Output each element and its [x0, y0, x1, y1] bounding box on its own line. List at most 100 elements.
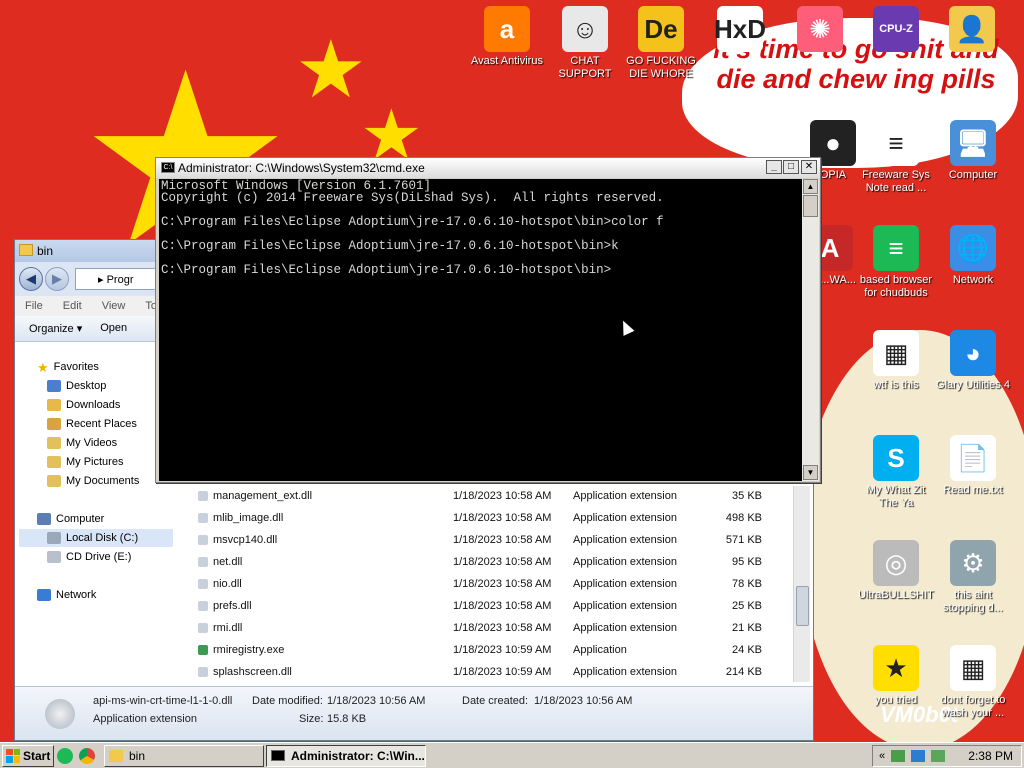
nav-downloads[interactable]: Downloads [47, 396, 120, 414]
this-aint-icon: ⚙ [950, 540, 996, 586]
file-row[interactable]: rmiregistry.exe 1/18/2023 10:59 AM Applica… [176, 639, 796, 661]
file-type: Application extension [573, 666, 677, 678]
dll-file-icon [198, 579, 208, 589]
file-row[interactable]: msvcp140.dll 1/18/2023 10:58 AM Applicatio… [176, 529, 796, 551]
dll-file-icon [198, 513, 208, 523]
desktop-icon-ultra[interactable]: ◎ UltraBULLSHIT [856, 540, 936, 602]
cmd-small-icon [271, 750, 285, 761]
file-row[interactable]: net.dll 1/18/2023 10:58 AM Application ext… [176, 551, 796, 573]
file-row[interactable]: splashscreen.dll 1/18/2023 10:59 AM Applic… [176, 661, 796, 683]
desktop-icon-user-folder[interactable]: 👤 [932, 6, 1012, 55]
cmd-scrollbar-thumb[interactable] [803, 195, 818, 217]
desktop-icon-network[interactable]: 🌐 Network [933, 225, 1013, 287]
desktop-icon-avast[interactable]: a Avast Antivirus [467, 6, 547, 68]
maximize-button[interactable]: □ [783, 160, 799, 174]
nav-my-videos[interactable]: My Videos [47, 434, 117, 452]
desktop-icon-you-tried[interactable]: ★ you tried [856, 645, 936, 707]
desktop-icon-die[interactable]: De GO FUCKING DIE WHORE [621, 6, 701, 81]
details-created: 1/18/2023 10:56 AM [534, 695, 633, 707]
file-type: Application extension [573, 622, 677, 634]
menu-file[interactable]: File [25, 300, 43, 316]
file-row[interactable]: management_ext.dll 1/18/2023 10:58 AM Appl… [176, 485, 796, 507]
ultra-icon: ◎ [873, 540, 919, 586]
desktop-icon-glary[interactable]: ◕ Glary Utilities 4 [933, 330, 1013, 392]
dll-file-icon [198, 535, 208, 545]
file-size: 214 KB [725, 666, 762, 678]
tray-expand-icon[interactable]: « [879, 750, 885, 762]
nav-recent-places[interactable]: Recent Places [47, 415, 137, 433]
nav-my-documents[interactable]: My Documents [47, 472, 139, 490]
user-folder-icon: 👤 [949, 6, 995, 52]
desktop-icon-dont-forget[interactable]: ▦ dont forget to wash your ... [933, 645, 1013, 720]
wtf-icon: ▦ [873, 330, 919, 376]
nav-computer[interactable]: Computer [37, 510, 104, 528]
file-date: 1/18/2023 10:58 AM [453, 556, 552, 568]
file-size: 35 KB [732, 490, 762, 502]
menu-edit[interactable]: Edit [63, 300, 82, 316]
desktop-icon-label: UltraBULLSHIT [858, 589, 934, 601]
task-button-bin[interactable]: bin [104, 744, 264, 767]
back-button[interactable]: ◀ [19, 267, 43, 291]
desktop-icon-read-me[interactable]: 📄 Read me.txt [933, 435, 1013, 497]
open-button[interactable]: Open [100, 322, 127, 341]
desktop-icon-wtf[interactable]: ▦ wtf is this [856, 330, 936, 392]
desktop-icon-label: Computer [948, 169, 998, 181]
file-size: 78 KB [732, 578, 762, 590]
cmd-console-output[interactable]: Microsoft Windows [Version 6.1.7601] Copy… [159, 179, 802, 481]
file-row[interactable]: nio.dll 1/18/2023 10:58 AM Application ext… [176, 573, 796, 595]
clock[interactable]: 2:38 PM [968, 749, 1021, 763]
start-button[interactable]: Start [2, 744, 54, 767]
nav-cd-drive[interactable]: CD Drive (E:) [47, 548, 131, 566]
chrome-icon [79, 747, 95, 764]
volume-tray-icon[interactable] [911, 750, 926, 762]
desktop-icon-label: Glary Utilities 4 [936, 379, 1010, 391]
flag-tray-icon[interactable] [931, 750, 946, 762]
task-button-cmd[interactable]: Administrator: C:\Win... [266, 744, 426, 767]
desktop-icon-pinwheel[interactable]: ✺ [780, 6, 860, 55]
desktop-icon-hxd[interactable]: HxD [700, 6, 780, 55]
file-date: 1/18/2023 10:59 AM [453, 666, 552, 678]
quicklaunch-spotify[interactable] [54, 745, 76, 767]
cmd-scrollbar[interactable]: ▲ ▼ [802, 179, 819, 481]
task-label-bin: bin [129, 748, 146, 763]
back-arrow-icon: ◀ [26, 271, 36, 286]
scroll-down-icon[interactable]: ▼ [803, 465, 818, 480]
dll-file-icon [198, 491, 208, 501]
nav-downloads-label: Downloads [66, 399, 121, 411]
file-row[interactable]: rmi.dll 1/18/2023 10:58 AM Application ext… [176, 617, 796, 639]
quicklaunch-chrome[interactable] [76, 745, 98, 767]
minimize-button[interactable]: _ [766, 160, 782, 174]
desktop-icon-skype[interactable]: S My What Zit The Ya [856, 435, 936, 510]
explorer-title: bin [37, 244, 54, 258]
details-size-label: Size: [299, 713, 324, 725]
file-size: 571 KB [725, 534, 762, 546]
menu-view[interactable]: View [102, 300, 126, 316]
cmd-window[interactable]: C:\ Administrator: C:\Windows\System32\c… [155, 157, 821, 483]
file-date: 1/18/2023 10:58 AM [453, 490, 552, 502]
scrollbar-thumb[interactable] [796, 586, 809, 626]
desktop-icon-this-aint[interactable]: ⚙ this aint stopping d... [933, 540, 1013, 615]
nav-network[interactable]: Network [37, 586, 96, 604]
cpuz-icon: CPU-Z [873, 6, 919, 52]
folder-icon [109, 749, 123, 762]
network-tray-icon[interactable] [891, 750, 906, 762]
nav-desktop[interactable]: Desktop [47, 377, 106, 395]
file-row[interactable]: mlib_image.dll 1/18/2023 10:58 AM Applicat… [176, 507, 796, 529]
desktop-icon-label: My What Zit The Ya [866, 484, 926, 509]
file-row[interactable]: prefs.dll 1/18/2023 10:58 AM Application e… [176, 595, 796, 617]
nav-local-disk-label: Local Disk (C:) [66, 532, 139, 544]
close-button[interactable]: ✕ [801, 160, 817, 174]
cmd-title-bar[interactable]: C:\ Administrator: C:\Windows\System32\c… [156, 158, 820, 178]
avast-icon: a [484, 6, 530, 52]
scroll-up-icon[interactable]: ▲ [803, 179, 818, 194]
file-date: 1/18/2023 10:58 AM [453, 512, 552, 524]
nav-my-pictures[interactable]: My Pictures [47, 453, 123, 471]
organize-button[interactable]: Organize ▾ [29, 322, 82, 341]
dll-file-icon [198, 623, 208, 633]
nav-local-disk[interactable]: Local Disk (C:) [19, 529, 173, 547]
desktop-icon-chat-support[interactable]: ☺ CHAT SUPPORT [545, 6, 625, 81]
nav-favorites[interactable]: ★ Favorites [37, 358, 99, 376]
forward-button[interactable]: ▶ [45, 267, 69, 291]
desktop-icon-cpuz[interactable]: CPU-Z [856, 6, 936, 55]
desktop-icon-computer[interactable]: 🖥 Computer [933, 120, 1013, 182]
